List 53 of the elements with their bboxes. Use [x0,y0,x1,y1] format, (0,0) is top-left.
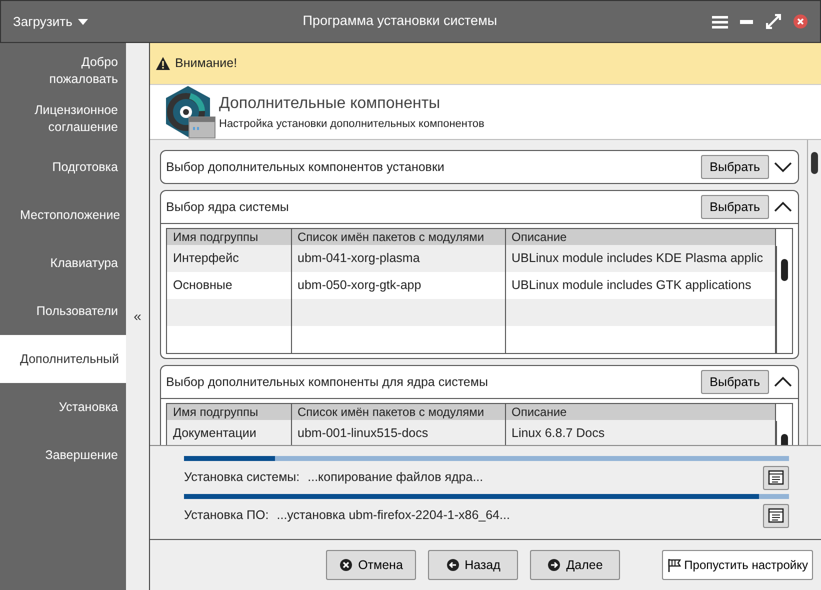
log-button[interactable] [763,504,789,528]
table-cell: UBLinux module includes KDE Plasma applic [505,244,776,272]
back-button[interactable]: Назад [428,550,518,580]
sidebar-item[interactable]: Дополнительный [0,335,126,383]
warning-text: Внимание! [175,55,238,72]
sidebar-item[interactable]: Пользователи [0,287,126,335]
column-header: Список имён пакетов с модулями [291,228,505,245]
column-header: Имя подгруппы [167,404,291,420]
sidebar-item[interactable]: Завершение [0,431,126,479]
progress-status: ...установка ubm-firefox-2204-1-x86_64... [276,507,510,524]
column-header: Имя подгруппы [167,228,291,245]
sidebar-item[interactable]: Подготовка [0,143,126,191]
table-cell: Документации [167,420,291,446]
sidebar-item[interactable]: Лицензионное соглашение [0,95,126,143]
section-header[interactable]: Выбор дополнительных компонентов установки Выбрать [161,150,798,183]
column-header: Список имён пакетов с модулями [291,404,505,420]
select-button[interactable]: Выбрать [700,194,769,220]
cancel-button[interactable]: Отмена [326,550,416,580]
collapse-button[interactable]: « [134,306,142,327]
table-cell: ubm-041-xorg-plasma [291,244,505,272]
progress-label: Установка ПО: [184,507,269,524]
section-title: Выбор дополнительных компоненты для ядра системы [166,374,489,391]
page-title: Дополнительные компоненты [219,94,442,114]
section-title: Выбор дополнительных компонентов установки [166,158,446,176]
section-title: Выбор ядра системы [166,198,290,216]
warning-icon [156,56,170,70]
page-subtitle: Настройка установки дополнительных компонентов [219,116,484,132]
cancel-icon [339,558,354,573]
log-button[interactable] [763,466,789,490]
sidebar-item[interactable]: Местоположение [0,191,126,239]
select-button[interactable]: Выбрать [700,154,769,180]
next-button[interactable]: Далее [530,550,620,580]
window-title: Программа установки системы [302,12,498,30]
minimize-icon[interactable] [740,20,753,24]
select-button[interactable]: Выбрать [700,370,769,394]
sidebar-item[interactable]: Клавиатура [0,239,126,287]
column-header: Описание [505,228,776,245]
table-cell: Linux 6.8.7 Docs [505,420,776,446]
load-menu-button[interactable]: Загрузить [13,12,88,32]
table-cell: Интерфейс [167,244,291,272]
progress-label: Установка системы: [184,469,300,486]
progress-status: ...копирование файлов ядра... [308,469,484,486]
flag-icon [667,558,682,573]
sidebar-item[interactable]: Установка [0,383,126,431]
column-header: Описание [505,404,776,420]
sidebar-item[interactable]: Добро пожаловать [0,47,126,95]
table-cell: ubm-001-linux515-docs [291,420,505,446]
caret-icon [78,18,88,24]
skip-button[interactable]: Пропустить настройку [662,550,813,580]
menu-icon[interactable] [712,14,728,28]
maximize-icon[interactable] [766,14,780,29]
scrollbar[interactable] [807,140,821,446]
close-icon[interactable] [793,14,808,29]
